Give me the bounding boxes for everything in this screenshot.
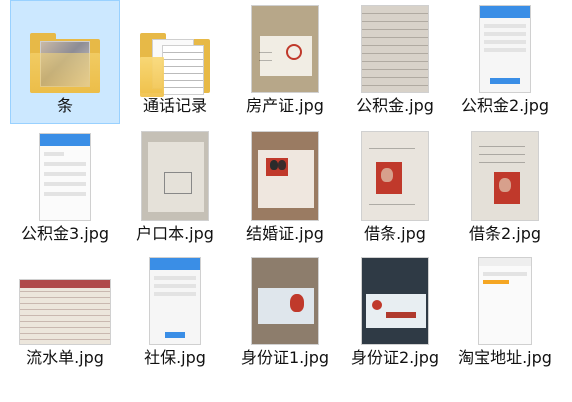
file-label: 淘宝地址.jpg	[458, 348, 552, 367]
image-thumbnail	[19, 253, 111, 345]
file-label: 房产证.jpg	[246, 96, 324, 115]
file-item-fangchan[interactable]: 房产证.jpg	[230, 0, 340, 124]
file-grid: 条 通话记录 房产证.jpg 公积金.jpg 公积金2.jpg 公积金3.jpg…	[0, 0, 572, 402]
file-label: 流水单.jpg	[26, 348, 104, 367]
file-item-gjj[interactable]: 公积金.jpg	[340, 0, 450, 124]
file-item-hukou[interactable]: 户口本.jpg	[120, 124, 230, 252]
folder-icon	[140, 1, 210, 97]
file-item-tonghua-folder[interactable]: 通话记录	[120, 0, 230, 124]
file-label: 身份证2.jpg	[350, 348, 440, 367]
image-thumbnail	[251, 125, 319, 221]
file-item-liushui[interactable]: 流水单.jpg	[10, 252, 120, 380]
file-label: 公积金2.jpg	[460, 96, 550, 115]
file-item-gjj2[interactable]: 公积金2.jpg	[450, 0, 560, 124]
image-thumbnail	[141, 125, 209, 221]
file-item-sfz2[interactable]: 身份证2.jpg	[340, 252, 450, 380]
file-item-sfz1[interactable]: 身份证1.jpg	[230, 252, 340, 380]
file-item-taobao[interactable]: 淘宝地址.jpg	[450, 252, 560, 400]
image-thumbnail	[361, 253, 429, 345]
file-item-jiehun[interactable]: 结婚证.jpg	[230, 124, 340, 252]
file-item-tiao-folder[interactable]: 条	[10, 0, 120, 124]
file-label: 身份证1.jpg	[240, 348, 330, 367]
file-item-shebao[interactable]: 社保.jpg	[120, 252, 230, 380]
file-item-jietiao2[interactable]: 借条2.jpg	[450, 124, 560, 252]
image-thumbnail	[471, 125, 539, 221]
image-thumbnail	[478, 253, 532, 345]
image-thumbnail	[479, 1, 531, 93]
file-label: 户口本.jpg	[136, 224, 214, 243]
file-label: 社保.jpg	[144, 348, 206, 367]
file-item-gjj3[interactable]: 公积金3.jpg	[10, 124, 120, 252]
file-label: 通话记录	[142, 96, 207, 115]
image-thumbnail	[39, 125, 91, 221]
file-label: 公积金.jpg	[356, 96, 434, 115]
file-item-jietiao[interactable]: 借条.jpg	[340, 124, 450, 252]
file-label: 条	[56, 96, 73, 115]
folder-icon	[30, 1, 100, 93]
image-thumbnail	[361, 1, 429, 93]
file-label: 结婚证.jpg	[246, 224, 324, 243]
file-label: 借条2.jpg	[468, 224, 542, 243]
file-label: 借条.jpg	[364, 224, 426, 243]
image-thumbnail	[361, 125, 429, 221]
image-thumbnail	[251, 253, 319, 345]
image-thumbnail	[149, 253, 201, 345]
file-label: 公积金3.jpg	[20, 224, 110, 243]
image-thumbnail	[251, 1, 319, 93]
